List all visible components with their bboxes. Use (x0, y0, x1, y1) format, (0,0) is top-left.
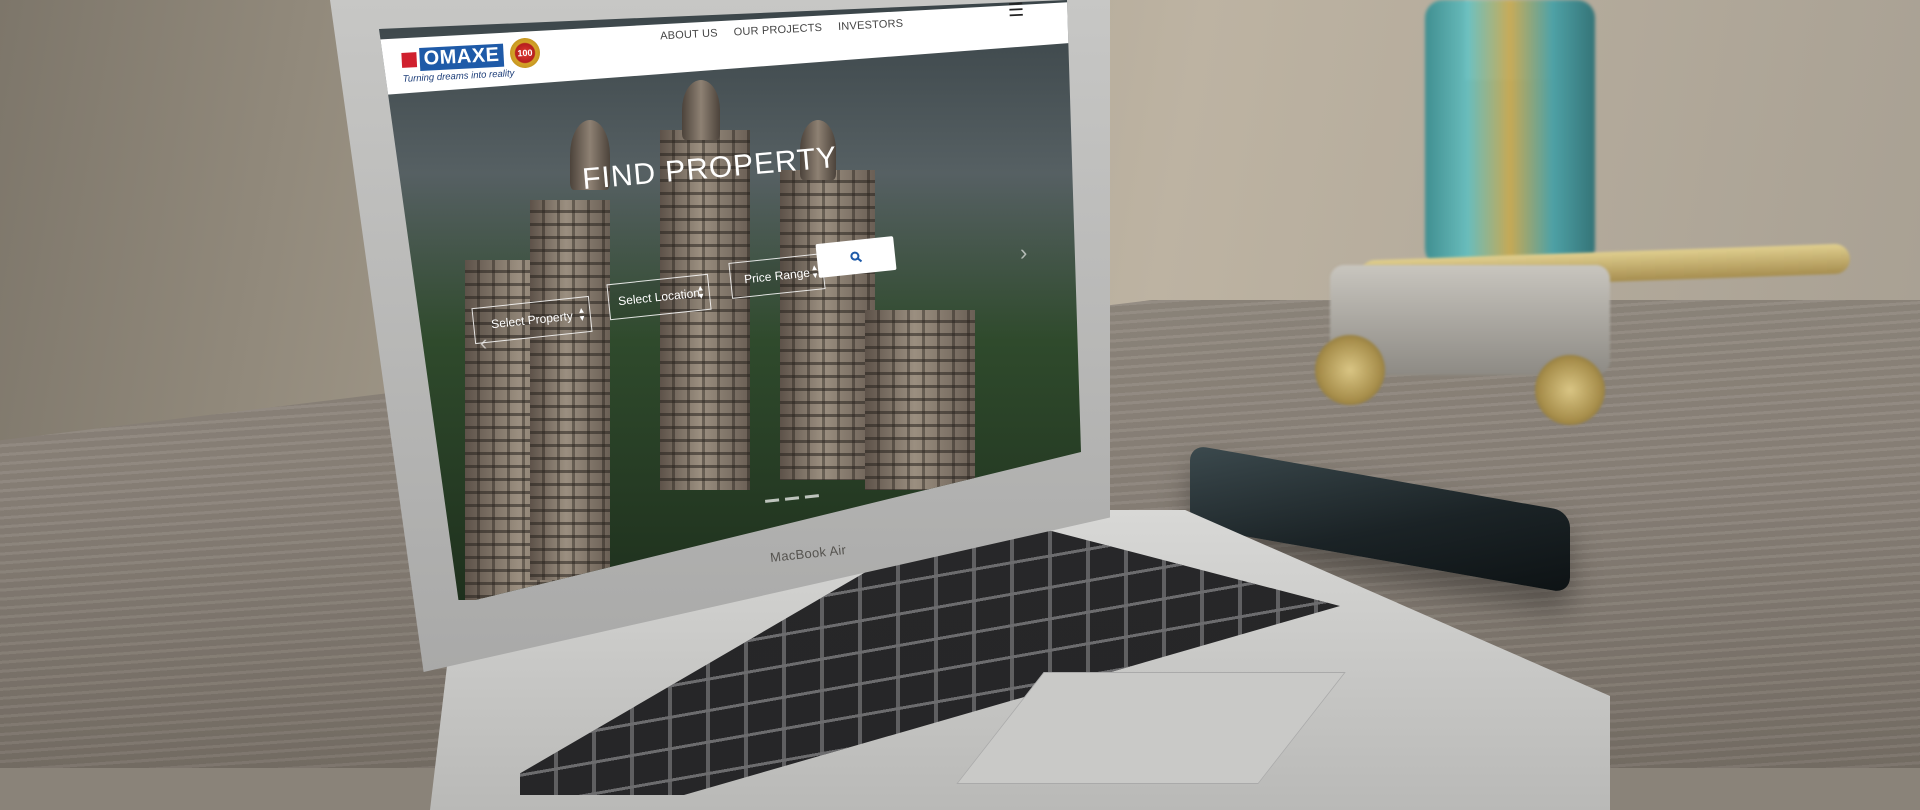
carousel-next-arrow[interactable]: › (1020, 240, 1027, 266)
toy-cannon-wheel (1535, 355, 1605, 425)
tower-right-front (865, 310, 975, 490)
select-location-label: Select Location (617, 285, 701, 309)
search-icon (850, 251, 863, 263)
dropdown-arrows-icon: ▲ ▼ (695, 283, 706, 301)
search-button[interactable] (815, 236, 897, 278)
carousel-dots (764, 494, 820, 503)
toy-cannon-wheel (1315, 335, 1385, 405)
tower-right (780, 170, 875, 480)
carousel-dot[interactable] (804, 494, 820, 499)
tower-dome (682, 80, 720, 140)
omaxe-logo[interactable]: OMAXE Turning dreams into reality (401, 43, 515, 85)
decorative-bottle (1425, 0, 1595, 270)
price-range-label: Price Range (743, 265, 811, 287)
hamburger-menu-icon[interactable]: ☰ (1007, 0, 1024, 21)
logo-mark-icon (401, 52, 418, 68)
carousel-dot[interactable] (764, 498, 780, 503)
dropdown-arrows-icon: ▲ ▼ (576, 305, 587, 324)
carousel-dot[interactable] (784, 496, 800, 501)
select-property-label: Select Property (490, 308, 574, 332)
carousel-prev-arrow[interactable]: ‹ (480, 330, 487, 356)
tower-left-back (530, 200, 610, 580)
logo-name: OMAXE (419, 43, 505, 71)
